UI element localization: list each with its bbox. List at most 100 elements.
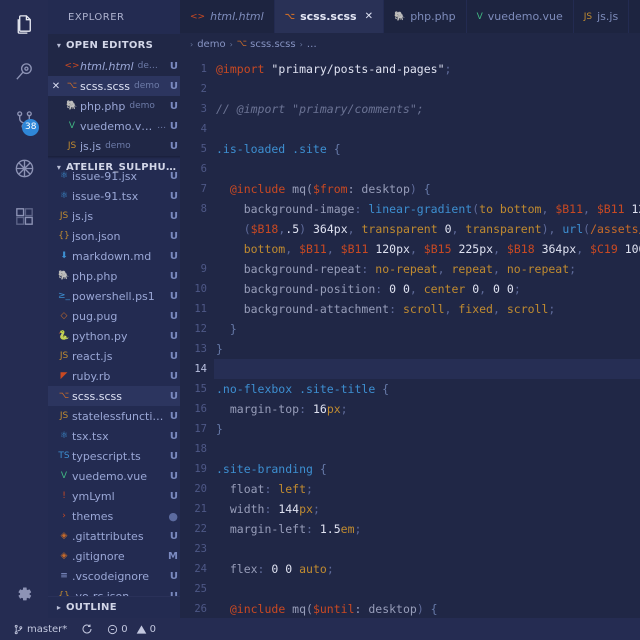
- code-token: :: [375, 282, 390, 296]
- code-token: no-repeat: [506, 262, 570, 276]
- code-line: @include mq($from: desktop) {: [214, 179, 640, 199]
- code-token: transparent: [465, 222, 542, 236]
- open-editor-item[interactable]: <> html.html de… U: [48, 56, 180, 76]
- code-token: /assets/i: [590, 222, 640, 236]
- breadcrumb-segment[interactable]: scss.scss: [250, 39, 295, 50]
- activity-source-control-button[interactable]: 38: [0, 96, 48, 144]
- code-token: auto: [299, 562, 327, 576]
- code-token: :: [257, 562, 272, 576]
- file-item[interactable]: ◤ ruby.rb U: [48, 366, 180, 386]
- file-item[interactable]: ⬇ markdown.md U: [48, 246, 180, 266]
- breadcrumb-segment[interactable]: …: [307, 39, 317, 50]
- git-branch-icon: [13, 624, 24, 635]
- code-line: .is-loaded .site {: [214, 139, 640, 159]
- file-item[interactable]: TS typescript.ts U: [48, 446, 180, 466]
- open-editors-header[interactable]: ▾ OPEN EDITORS: [48, 34, 180, 56]
- php-icon: 🐘: [66, 100, 78, 111]
- file-item[interactable]: ≥_ powershell.ps1 U: [48, 286, 180, 306]
- code-token: 144: [278, 502, 300, 516]
- line-number: 18: [194, 443, 207, 455]
- code-token: mq(: [285, 182, 313, 196]
- outline-section-header[interactable]: ▸ OUTLINE: [48, 596, 180, 618]
- activity-extensions-button[interactable]: [0, 192, 48, 240]
- tab-js[interactable]: JS js.js: [573, 0, 630, 33]
- code-token: // @import "primary/comments";: [216, 102, 424, 116]
- file-item[interactable]: ! ymLyml U: [48, 486, 180, 506]
- file-item[interactable]: ⚛ tsx.tsx U: [48, 426, 180, 446]
- status-branch[interactable]: master*: [6, 618, 74, 640]
- file-item[interactable]: ⌥ scss.scss U: [48, 386, 180, 407]
- line-number: 2: [200, 83, 207, 95]
- breadcrumb[interactable]: › demo › ⌥ scss.scss ›…: [180, 33, 640, 55]
- code-token: {: [312, 462, 327, 476]
- open-editor-item[interactable]: 🐘 php.php demo U: [48, 96, 180, 116]
- code-token: @import: [216, 62, 265, 76]
- warning-icon: [136, 624, 147, 635]
- status-sync[interactable]: [74, 618, 100, 640]
- code-line: .no-flexbox .site-title {: [214, 379, 640, 399]
- activity-settings-button[interactable]: [0, 570, 48, 618]
- file-item[interactable]: {} json.json U: [48, 226, 180, 246]
- code-line: }: [214, 319, 640, 339]
- code-token: background-repeat: [216, 262, 362, 276]
- tab-scss[interactable]: ⌥ scss.scss ✕: [274, 0, 384, 33]
- file-item[interactable]: ◇ pug.pug U: [48, 306, 180, 326]
- tab-html[interactable]: <> html.html: [180, 0, 275, 33]
- powershell-icon: ≥_: [57, 290, 71, 301]
- breadcrumb-segment[interactable]: demo: [197, 39, 225, 50]
- vscode-window: 38 EXPLORER ▾ OPEN EDITORS <> html.html …: [0, 0, 640, 640]
- code-token: no-repeat: [375, 262, 438, 276]
- open-editor-name: vuedemo.vue: [80, 119, 154, 133]
- file-item[interactable]: ◈ .gitignore M: [48, 546, 180, 566]
- git-status-badge: U: [169, 410, 178, 422]
- file-item[interactable]: 🐘 php.php U: [48, 266, 180, 286]
- code-editor[interactable]: 12345678··910111213141516171819202122232…: [180, 55, 640, 618]
- file-item[interactable]: JS react.js U: [48, 346, 180, 366]
- folder-item[interactable]: › themes ●: [48, 506, 180, 526]
- status-error-count: 0: [121, 623, 128, 635]
- file-item[interactable]: JS js.js U: [48, 206, 180, 226]
- tab-vue[interactable]: Vvuedemo.vue: [466, 0, 574, 33]
- file-name: vuedemo.vue: [72, 469, 147, 483]
- git-status-badge: U: [169, 100, 178, 112]
- close-icon[interactable]: ✕: [365, 11, 373, 22]
- file-item[interactable]: ≡ .vscodeignore U: [48, 566, 180, 586]
- code-token: :: [264, 502, 279, 516]
- line-number: 19: [194, 463, 207, 475]
- activity-debug-button[interactable]: [0, 144, 48, 192]
- code-token: $B11: [340, 242, 369, 256]
- file-item[interactable]: ⚛ issue-91.jsx U: [48, 166, 180, 186]
- folder-tree-scroll[interactable]: ▾ ATELIER_SULPHURPOOLDAR… ⚛issue-91.jsxU…: [48, 156, 180, 618]
- code-token: 120px: [375, 242, 410, 256]
- file-item[interactable]: ⚛ issue-91.tsx U: [48, 186, 180, 206]
- code-token: .5: [285, 222, 300, 236]
- open-editor-item[interactable]: Vvuedemo.vue… U: [48, 116, 180, 136]
- chevron-right-icon: ›: [229, 39, 233, 49]
- react-icon: ⚛: [59, 170, 69, 181]
- file-item[interactable]: Vvuedemo.vue U: [48, 466, 180, 486]
- tab-label: html.html: [210, 10, 264, 23]
- file-item[interactable]: JS statelessfuncti… U: [48, 406, 180, 426]
- file-item[interactable]: ◈ .gitattributes U: [48, 526, 180, 546]
- activity-search-button[interactable]: [0, 48, 48, 96]
- code-token: ,: [548, 222, 563, 236]
- code-content[interactable]: @import "primary/posts-and-pages"; // @i…: [214, 55, 640, 618]
- activity-explorer-button[interactable]: [0, 0, 48, 48]
- code-line: background-attachment: scroll, fixed, sc…: [214, 299, 640, 319]
- git-status-badge: U: [169, 390, 178, 402]
- code-token: px: [299, 502, 313, 516]
- file-item[interactable]: 🐍 python.py U: [48, 326, 180, 346]
- close-icon[interactable]: ✕: [48, 81, 64, 92]
- pug-icon: ◇: [60, 310, 68, 321]
- status-problems[interactable]: 0 0: [100, 618, 163, 640]
- open-editor-item[interactable]: JS js.js demo U: [48, 136, 180, 156]
- line-number: 17: [194, 423, 207, 435]
- file-name: pug.pug: [72, 309, 118, 323]
- code-token: fixed: [458, 302, 493, 316]
- line-number: 15: [194, 383, 207, 395]
- tab-php[interactable]: 🐘 php.php: [383, 0, 467, 33]
- open-editor-item[interactable]: ✕ ⌥ scss.scss demo U: [48, 76, 180, 97]
